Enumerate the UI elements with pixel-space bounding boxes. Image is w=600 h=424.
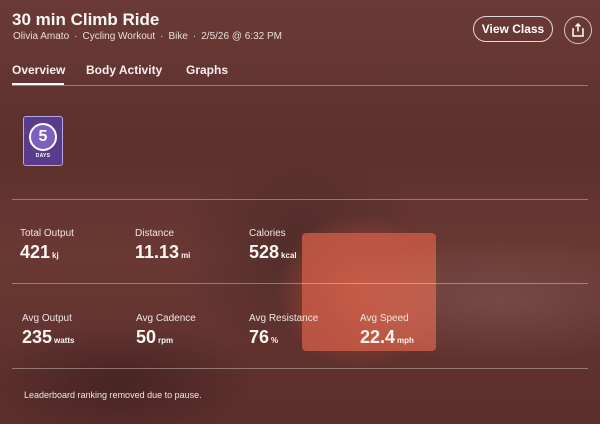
stat-label: Avg Speed	[360, 313, 409, 324]
stat-unit: mi	[181, 251, 191, 260]
workout-device: Bike	[168, 31, 188, 42]
stat-calories: Calories 528 kcal	[249, 228, 297, 263]
stat-unit: rpm	[158, 336, 174, 345]
stat-unit: kj	[52, 251, 59, 260]
page-title: 30 min Climb Ride	[12, 10, 160, 29]
stat-label: Calories	[249, 228, 286, 239]
share-button[interactable]	[564, 16, 592, 44]
stat-label: Total Output	[20, 228, 74, 239]
stat-avg-resistance: Avg Resistance 76%	[249, 313, 318, 348]
stat-unit: mph	[397, 336, 414, 345]
streak-badge[interactable]: 5 DAYS	[23, 116, 63, 166]
stat-value: 76	[249, 327, 270, 347]
stat-distance: Distance 11.13 mi	[135, 228, 190, 263]
stat-unit: kcal	[281, 251, 297, 260]
tab-divider	[12, 85, 588, 86]
stat-label: Distance	[135, 228, 174, 239]
stat-label: Avg Cadence	[136, 313, 196, 324]
stats-divider	[12, 283, 588, 284]
stat-total-output: Total Output 421 kj	[20, 228, 74, 263]
section-divider	[12, 199, 588, 200]
stat-unit: %	[271, 336, 279, 345]
view-class-button[interactable]: View Class	[473, 16, 553, 42]
tab-body-activity[interactable]: Body Activity	[86, 63, 162, 77]
tab-graphs[interactable]: Graphs	[186, 63, 228, 77]
stat-avg-speed: Avg Speed 22.4 mph	[360, 313, 414, 348]
stat-value: 421	[20, 242, 51, 262]
leaderboard-notice: Leaderboard ranking removed due to pause…	[24, 390, 202, 400]
workout-datetime: 2/5/26 @ 6:32 PM	[201, 31, 283, 42]
stat-avg-output: Avg Output 235 watts	[22, 313, 75, 348]
stat-label: Avg Output	[22, 313, 72, 324]
stat-unit: watts	[54, 336, 75, 345]
stat-value: 528	[249, 242, 280, 262]
stat-value: 235	[22, 327, 53, 347]
workout-meta: Olivia Amato · Cycling Workout · Bike · 2/5/26…	[13, 31, 283, 42]
tab-overview[interactable]: Overview	[12, 63, 65, 77]
stat-value: 50	[136, 327, 157, 347]
share-icon	[572, 23, 584, 37]
badge-number: 5	[29, 123, 57, 151]
badge-label: DAYS	[35, 153, 51, 159]
stat-avg-cadence: Avg Cadence 50 rpm	[136, 313, 196, 348]
instructor-name[interactable]: Olivia Amato	[13, 31, 69, 42]
stat-value: 11.13	[135, 242, 180, 262]
notice-divider	[12, 368, 588, 369]
stat-value: 22.4	[360, 327, 396, 347]
stat-label: Avg Resistance	[249, 313, 319, 324]
workout-category: Cycling Workout	[82, 31, 156, 42]
